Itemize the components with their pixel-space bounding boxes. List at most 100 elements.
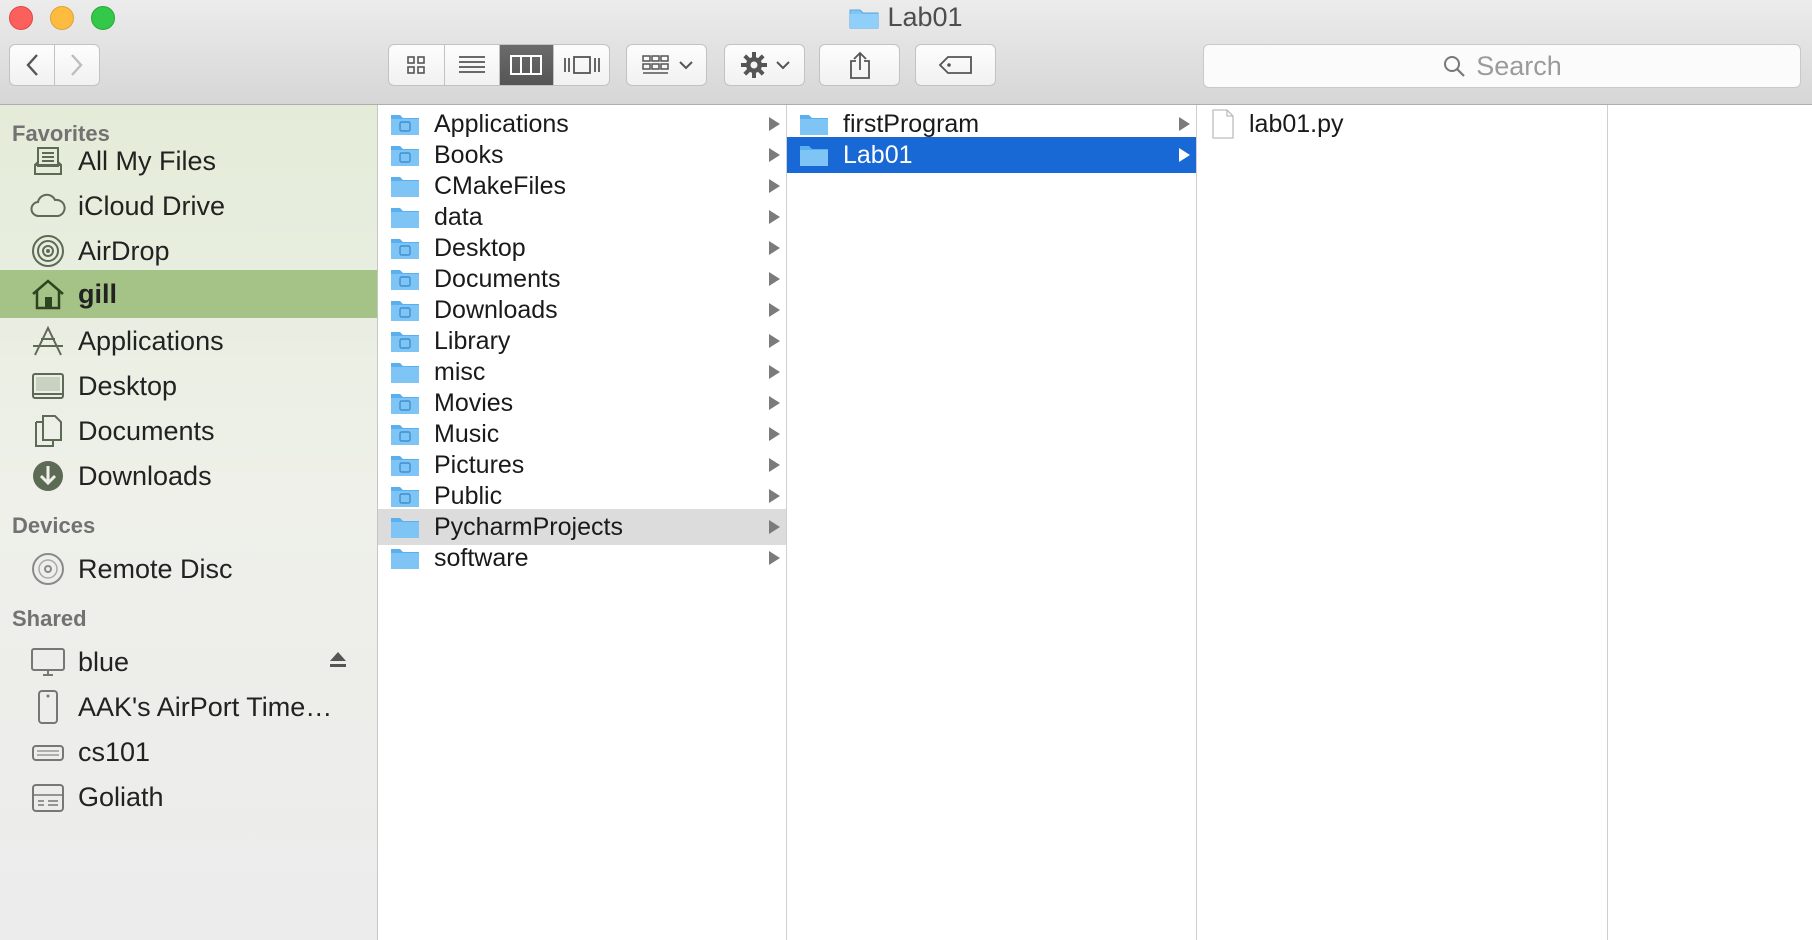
disclosure-arrow-icon bbox=[769, 334, 780, 348]
back-button[interactable] bbox=[10, 45, 55, 85]
sidebar-item-label: cs101 bbox=[78, 736, 151, 767]
disclosure-arrow-icon bbox=[769, 241, 780, 255]
toolbar: Lab01 Search bbox=[0, 0, 1812, 105]
disclosure-arrow-icon bbox=[769, 303, 780, 317]
forward-button[interactable] bbox=[55, 45, 99, 85]
chevron-down-icon bbox=[678, 61, 693, 70]
sidebar-item-label: All My Files bbox=[78, 145, 217, 176]
item-label: software bbox=[434, 543, 529, 572]
sidebar-item-label: Documents bbox=[78, 415, 215, 446]
window-title-text: Lab01 bbox=[887, 2, 963, 32]
sidebar-item-label: Applications bbox=[78, 325, 224, 356]
sidebar-item-documents[interactable]: Documents bbox=[0, 407, 377, 455]
folder-icon bbox=[799, 143, 829, 167]
chevron-right-icon bbox=[71, 54, 83, 76]
folder-icon bbox=[390, 360, 420, 384]
column-lab01: lab01.py bbox=[1197, 105, 1608, 940]
cover-flow-button[interactable] bbox=[554, 45, 609, 85]
share-button[interactable] bbox=[819, 44, 900, 86]
folder-icon bbox=[390, 422, 420, 446]
airport-icon bbox=[28, 687, 68, 727]
folder-icon bbox=[390, 453, 420, 477]
sidebar-item-label: Desktop bbox=[78, 370, 178, 401]
sidebar-item-blue[interactable]: blue bbox=[0, 638, 377, 686]
disclosure-arrow-icon bbox=[769, 179, 780, 193]
folder-icon bbox=[390, 298, 420, 322]
sidebar-item-goliath[interactable]: Goliath bbox=[0, 773, 377, 821]
folder-icon bbox=[390, 546, 420, 570]
disclosure-arrow-icon bbox=[1179, 148, 1190, 162]
sidebar: Favorites All My Files iCloud Drive AirD… bbox=[0, 105, 378, 940]
document-icon bbox=[1211, 109, 1237, 139]
sidebar-item-label: Remote Disc bbox=[78, 553, 233, 584]
item-label: Movies bbox=[434, 388, 514, 417]
folder-icon bbox=[390, 484, 420, 508]
item-label: misc bbox=[434, 357, 486, 386]
cover-flow-icon bbox=[563, 56, 600, 74]
folder-icon bbox=[390, 236, 420, 260]
home-icon bbox=[28, 274, 68, 314]
folder-icon bbox=[390, 329, 420, 353]
item-label: Desktop bbox=[434, 233, 526, 262]
disclosure-arrow-icon bbox=[769, 427, 780, 441]
folder-icon bbox=[849, 9, 879, 29]
item-label: Lab01 bbox=[843, 140, 913, 169]
desktop-icon bbox=[28, 366, 68, 406]
server-icon bbox=[28, 777, 68, 817]
nav-buttons bbox=[9, 44, 100, 86]
item-label: Applications bbox=[434, 109, 569, 138]
folder-icon bbox=[390, 112, 420, 136]
folder-icon bbox=[390, 391, 420, 415]
sidebar-item-all-my-files[interactable]: All My Files bbox=[0, 137, 377, 185]
item-label: PycharmProjects bbox=[434, 512, 623, 541]
search-field[interactable]: Search bbox=[1203, 44, 1801, 88]
item-label: Documents bbox=[434, 264, 561, 293]
eject-icon[interactable] bbox=[329, 650, 347, 668]
monitor-icon bbox=[28, 642, 68, 682]
window-title: Lab01 bbox=[0, 2, 1812, 33]
arrange-icon bbox=[641, 55, 669, 74]
finder-window: Lab01 Search Favorites All My Files iClo… bbox=[0, 0, 1812, 940]
sidebar-item-label: iCloud Drive bbox=[78, 190, 226, 221]
arrange-button[interactable] bbox=[626, 44, 707, 86]
folder-item-software[interactable]: software bbox=[378, 540, 786, 576]
sidebar-item-downloads[interactable]: Downloads bbox=[0, 452, 377, 500]
item-label: lab01.py bbox=[1249, 109, 1344, 138]
sidebar-item-label: blue bbox=[78, 646, 130, 677]
item-label: CMakeFiles bbox=[434, 171, 566, 200]
sidebar-item-label: gill bbox=[78, 278, 117, 309]
disclosure-arrow-icon bbox=[769, 148, 780, 162]
folder-icon bbox=[390, 143, 420, 167]
sidebar-item-desktop[interactable]: Desktop bbox=[0, 362, 377, 410]
sidebar-item-cs101[interactable]: cs101 bbox=[0, 728, 377, 776]
list-view-button[interactable] bbox=[445, 45, 500, 85]
sidebar-item-applications[interactable]: Applications bbox=[0, 317, 377, 365]
disc-icon bbox=[28, 549, 68, 589]
column-home: Applications Books CMakeFiles data Desktop Do… bbox=[378, 105, 787, 940]
sidebar-item-remote-disc[interactable]: Remote Disc bbox=[0, 545, 377, 593]
icon-view-button[interactable] bbox=[389, 45, 445, 85]
disclosure-arrow-icon bbox=[769, 520, 780, 534]
sidebar-item-airdrop[interactable]: AirDrop bbox=[0, 227, 377, 275]
grid-icon bbox=[407, 56, 426, 74]
tag-icon bbox=[938, 56, 972, 74]
item-label: Library bbox=[434, 326, 511, 355]
chevron-left-icon bbox=[26, 54, 38, 76]
tags-button[interactable] bbox=[915, 44, 996, 86]
column-view-button[interactable] bbox=[499, 45, 555, 85]
action-menu-button[interactable] bbox=[724, 44, 805, 86]
folder-item-lab01[interactable]: Lab01 bbox=[787, 137, 1196, 173]
share-icon bbox=[849, 51, 870, 79]
sidebar-item-airport[interactable]: AAK's AirPort Time… bbox=[0, 683, 377, 731]
file-item-lab01-py[interactable]: lab01.py bbox=[1197, 106, 1607, 142]
sidebar-item-label: Goliath bbox=[78, 781, 164, 812]
disclosure-arrow-icon bbox=[769, 458, 780, 472]
item-label: firstProgram bbox=[843, 109, 980, 138]
sidebar-item-label: AAK's AirPort Time… bbox=[78, 691, 333, 722]
sidebar-item-gill[interactable]: gill bbox=[0, 270, 377, 318]
documents-icon bbox=[28, 411, 68, 451]
sidebar-item-icloud-drive[interactable]: iCloud Drive bbox=[0, 182, 377, 230]
search-icon bbox=[1444, 56, 1465, 77]
devices-heading: Devices bbox=[12, 513, 96, 538]
disclosure-arrow-icon bbox=[769, 489, 780, 503]
